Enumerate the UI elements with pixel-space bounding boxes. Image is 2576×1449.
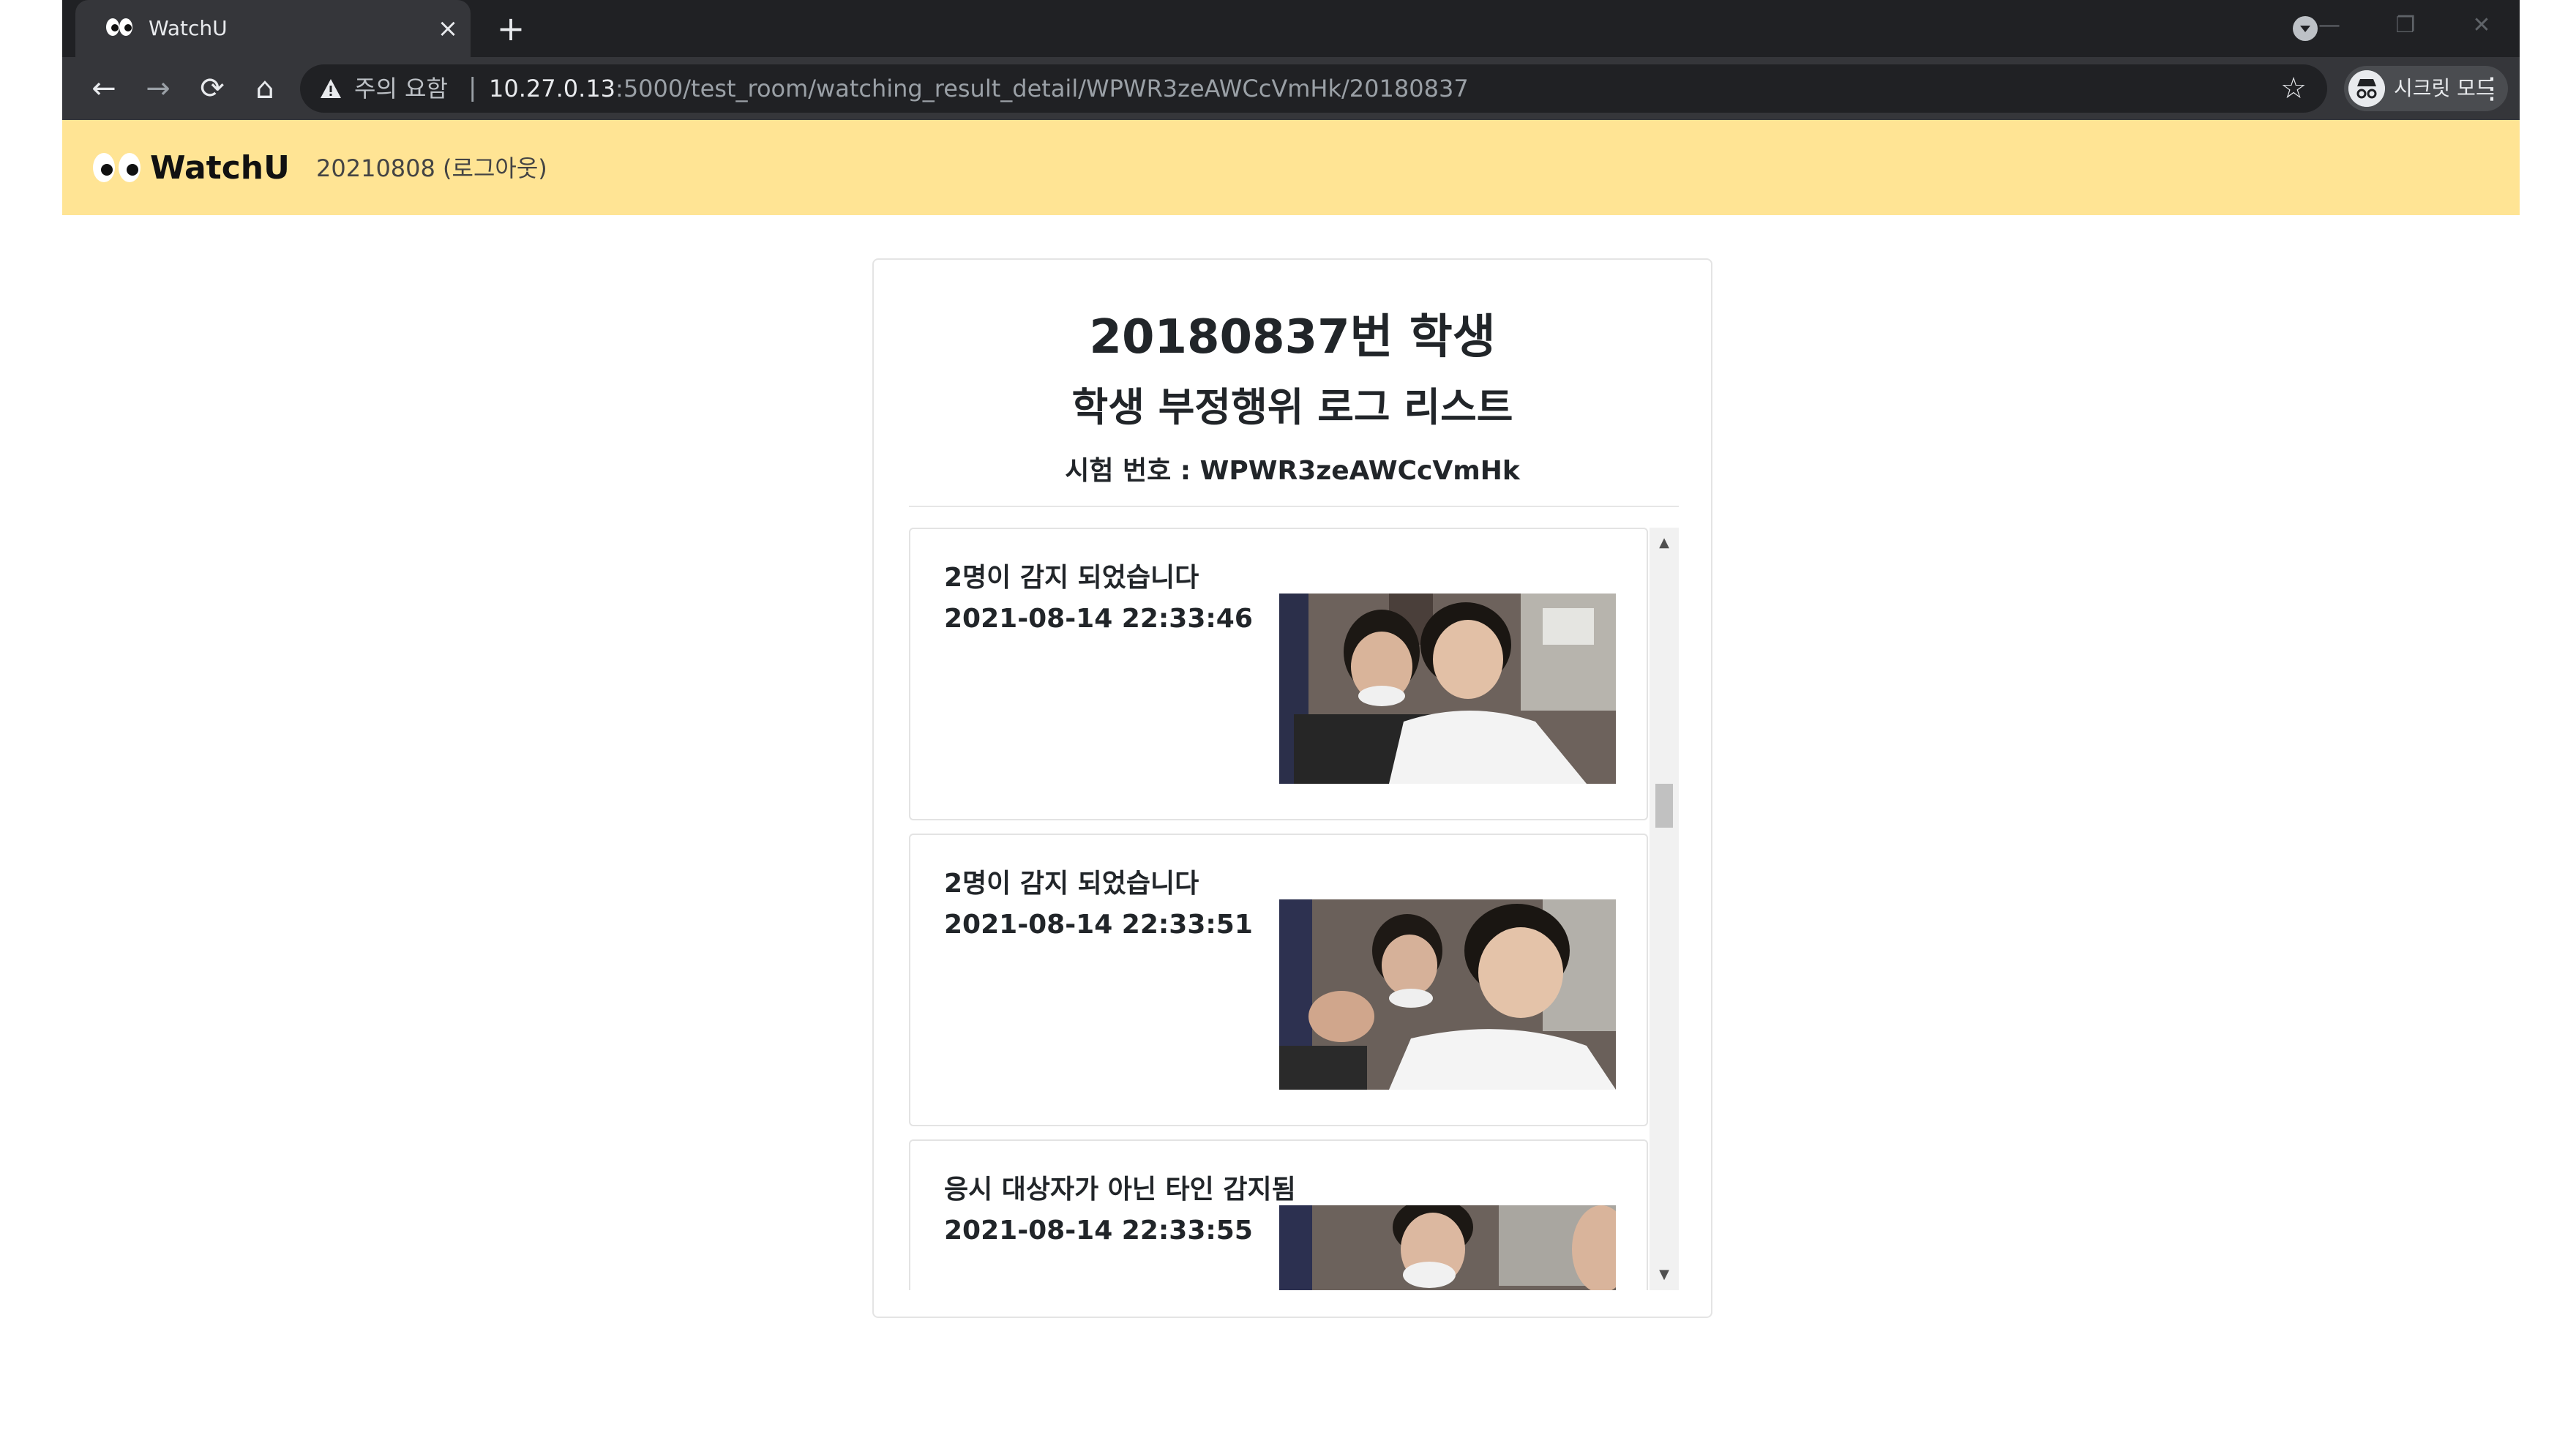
new-tab-button[interactable]: + [494, 12, 528, 45]
log-time: 2021-08-14 22:33:51 [944, 910, 1253, 940]
student-title: 20180837번 학생 [1089, 310, 1496, 364]
site-navbar: WatchU 20210808 (로그아웃) [62, 120, 2520, 215]
window-close-icon[interactable]: ✕ [2460, 7, 2504, 44]
log-scrollbar[interactable]: ▲ ▼ [1650, 528, 1679, 1290]
url-host: 10.27.0.13 [489, 75, 616, 102]
capture-photo-image [1279, 1205, 1616, 1290]
tab-close-icon[interactable]: × [434, 15, 462, 42]
capture-photo-image [1279, 594, 1616, 784]
url-separator: | [468, 73, 477, 102]
restore-icon[interactable]: ❐ [2384, 7, 2427, 44]
incognito-icon [2348, 70, 2385, 107]
log-scroll-area[interactable]: 2명이 감지 되었습니다 2021-08-14 22:33:46 2명이 감지 … [909, 528, 1679, 1290]
log-list: 2명이 감지 되었습니다 2021-08-14 22:33:46 2명이 감지 … [909, 528, 1648, 1290]
back-arrow-icon[interactable]: ← [84, 69, 124, 108]
reload-icon[interactable]: ⟳ [192, 69, 232, 108]
log-message: 2명이 감지 되었습니다 [944, 563, 1199, 593]
scroll-down-arrow-icon[interactable]: ▼ [1650, 1264, 1679, 1286]
capture-photo-image [1279, 899, 1616, 1090]
url-text[interactable]: 10.27.0.13:5000/test_room/watching_resul… [489, 75, 1469, 102]
log-item: 응시 대상자가 아닌 타인 감지됨 2021-08-14 22:33:55 [909, 1139, 1648, 1290]
capture-photo [1279, 1205, 1616, 1290]
url-path: :5000/test_room/watching_result_detail/W… [615, 75, 1469, 102]
logout-link[interactable]: 20210808 (로그아웃) [316, 152, 547, 184]
capture-photo [1279, 594, 1616, 784]
log-time: 2021-08-14 22:33:55 [944, 1216, 1253, 1246]
scroll-up-arrow-icon[interactable]: ▲ [1650, 532, 1679, 554]
result-card: 20180837번 학생 학생 부정행위 로그 리스트 시험 번호 : WPWR… [872, 258, 1712, 1318]
divider [909, 506, 1679, 507]
log-message: 2명이 감지 되었습니다 [944, 869, 1199, 899]
tab-title: WatchU [149, 16, 228, 40]
log-message: 응시 대상자가 아닌 타인 감지됨 [944, 1175, 1296, 1205]
scroll-thumb[interactable] [1655, 784, 1673, 828]
star-icon[interactable]: ☆ [2280, 73, 2307, 104]
log-item: 2명이 감지 되었습니다 2021-08-14 22:33:46 [909, 528, 1648, 820]
menu-icon[interactable]: ⋮ [2477, 69, 2506, 108]
browser-window: WatchU × + — ❐ ✕ ← → ⟳ ⌂ 주의 요함 | 10.27.0… [62, 0, 2520, 1449]
capture-photo [1279, 899, 1616, 1090]
eyes-logo-icon [93, 153, 141, 182]
minimize-icon[interactable]: — [2307, 7, 2351, 44]
exam-number: 시험 번호 : WPWR3zeAWCcVmHk [1065, 456, 1520, 486]
address-bar[interactable]: 주의 요함 | 10.27.0.13:5000/test_room/watchi… [300, 64, 2327, 113]
log-time: 2021-08-14 22:33:46 [944, 604, 1253, 634]
log-item: 2명이 감지 되었습니다 2021-08-14 22:33:51 [909, 834, 1648, 1126]
forward-arrow-icon[interactable]: → [138, 69, 178, 108]
browser-toolbar: ← → ⟳ ⌂ 주의 요함 | 10.27.0.13:5000/test_roo… [62, 57, 2520, 120]
security-warning-label[interactable]: 주의 요함 [354, 75, 448, 102]
eyes-favicon-icon [106, 18, 132, 36]
home-icon[interactable]: ⌂ [245, 69, 285, 108]
log-list-title: 학생 부정행위 로그 리스트 [1071, 384, 1513, 430]
tab-strip: WatchU × + — ❐ ✕ [62, 0, 2520, 57]
brand-name: WatchU [150, 149, 290, 187]
tab-watchu[interactable]: WatchU × [75, 0, 471, 57]
warning-icon [321, 79, 341, 98]
